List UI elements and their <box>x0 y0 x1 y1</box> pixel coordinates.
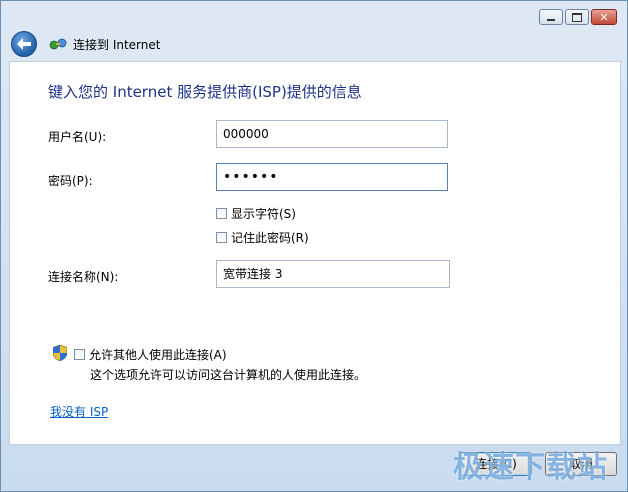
maximize-icon <box>572 12 582 22</box>
window-controls: ✕ <box>539 9 617 25</box>
watermark: 极速下载站 <box>453 450 608 485</box>
maximize-button[interactable] <box>565 9 589 25</box>
allow-others-description: 这个选项允许可以访问这台计算机的人使用此连接。 <box>90 368 367 382</box>
no-isp-link[interactable]: 我没有 ISP <box>50 403 108 420</box>
network-connection-icon <box>49 38 67 50</box>
remember-password-checkbox[interactable] <box>216 232 227 243</box>
allow-others-checkbox[interactable] <box>74 349 85 360</box>
show-chars-row[interactable]: 显示字符(S) <box>216 205 296 222</box>
username-label: 用户名(U): <box>48 130 107 144</box>
back-arrow-icon <box>17 38 31 50</box>
show-chars-label: 显示字符(S) <box>231 207 296 221</box>
back-button[interactable] <box>11 31 37 57</box>
minimize-button[interactable] <box>539 9 563 25</box>
minimize-icon <box>547 19 555 21</box>
nav-row: 连接到 Internet <box>11 30 160 58</box>
close-icon: ✕ <box>599 10 609 24</box>
close-button[interactable]: ✕ <box>591 9 617 25</box>
password-input[interactable]: •••••• <box>216 163 448 191</box>
allow-others-label: 允许其他人使用此连接(A) <box>89 348 227 362</box>
dialog-window: ✕ 连接到 Internet 键入您的 Internet 服务提供商(ISP)提… <box>0 0 628 492</box>
remember-password-label: 记住此密码(R) <box>231 231 309 245</box>
form-heading: 键入您的 Internet 服务提供商(ISP)提供的信息 <box>48 83 362 101</box>
uac-shield-icon <box>53 345 67 361</box>
username-input[interactable]: 000000 <box>216 120 448 148</box>
remember-password-row[interactable]: 记住此密码(R) <box>216 229 309 246</box>
connection-name-label: 连接名称(N): <box>48 270 119 284</box>
allow-others-row[interactable]: 允许其他人使用此连接(A) <box>74 346 227 363</box>
password-label: 密码(P): <box>48 174 93 188</box>
show-chars-checkbox[interactable] <box>216 208 227 219</box>
page-title: 连接到 Internet <box>73 37 161 52</box>
connection-name-input[interactable]: 宽带连接 3 <box>216 260 450 288</box>
content-panel: 键入您的 Internet 服务提供商(ISP)提供的信息 用户名(U): 00… <box>9 61 621 445</box>
